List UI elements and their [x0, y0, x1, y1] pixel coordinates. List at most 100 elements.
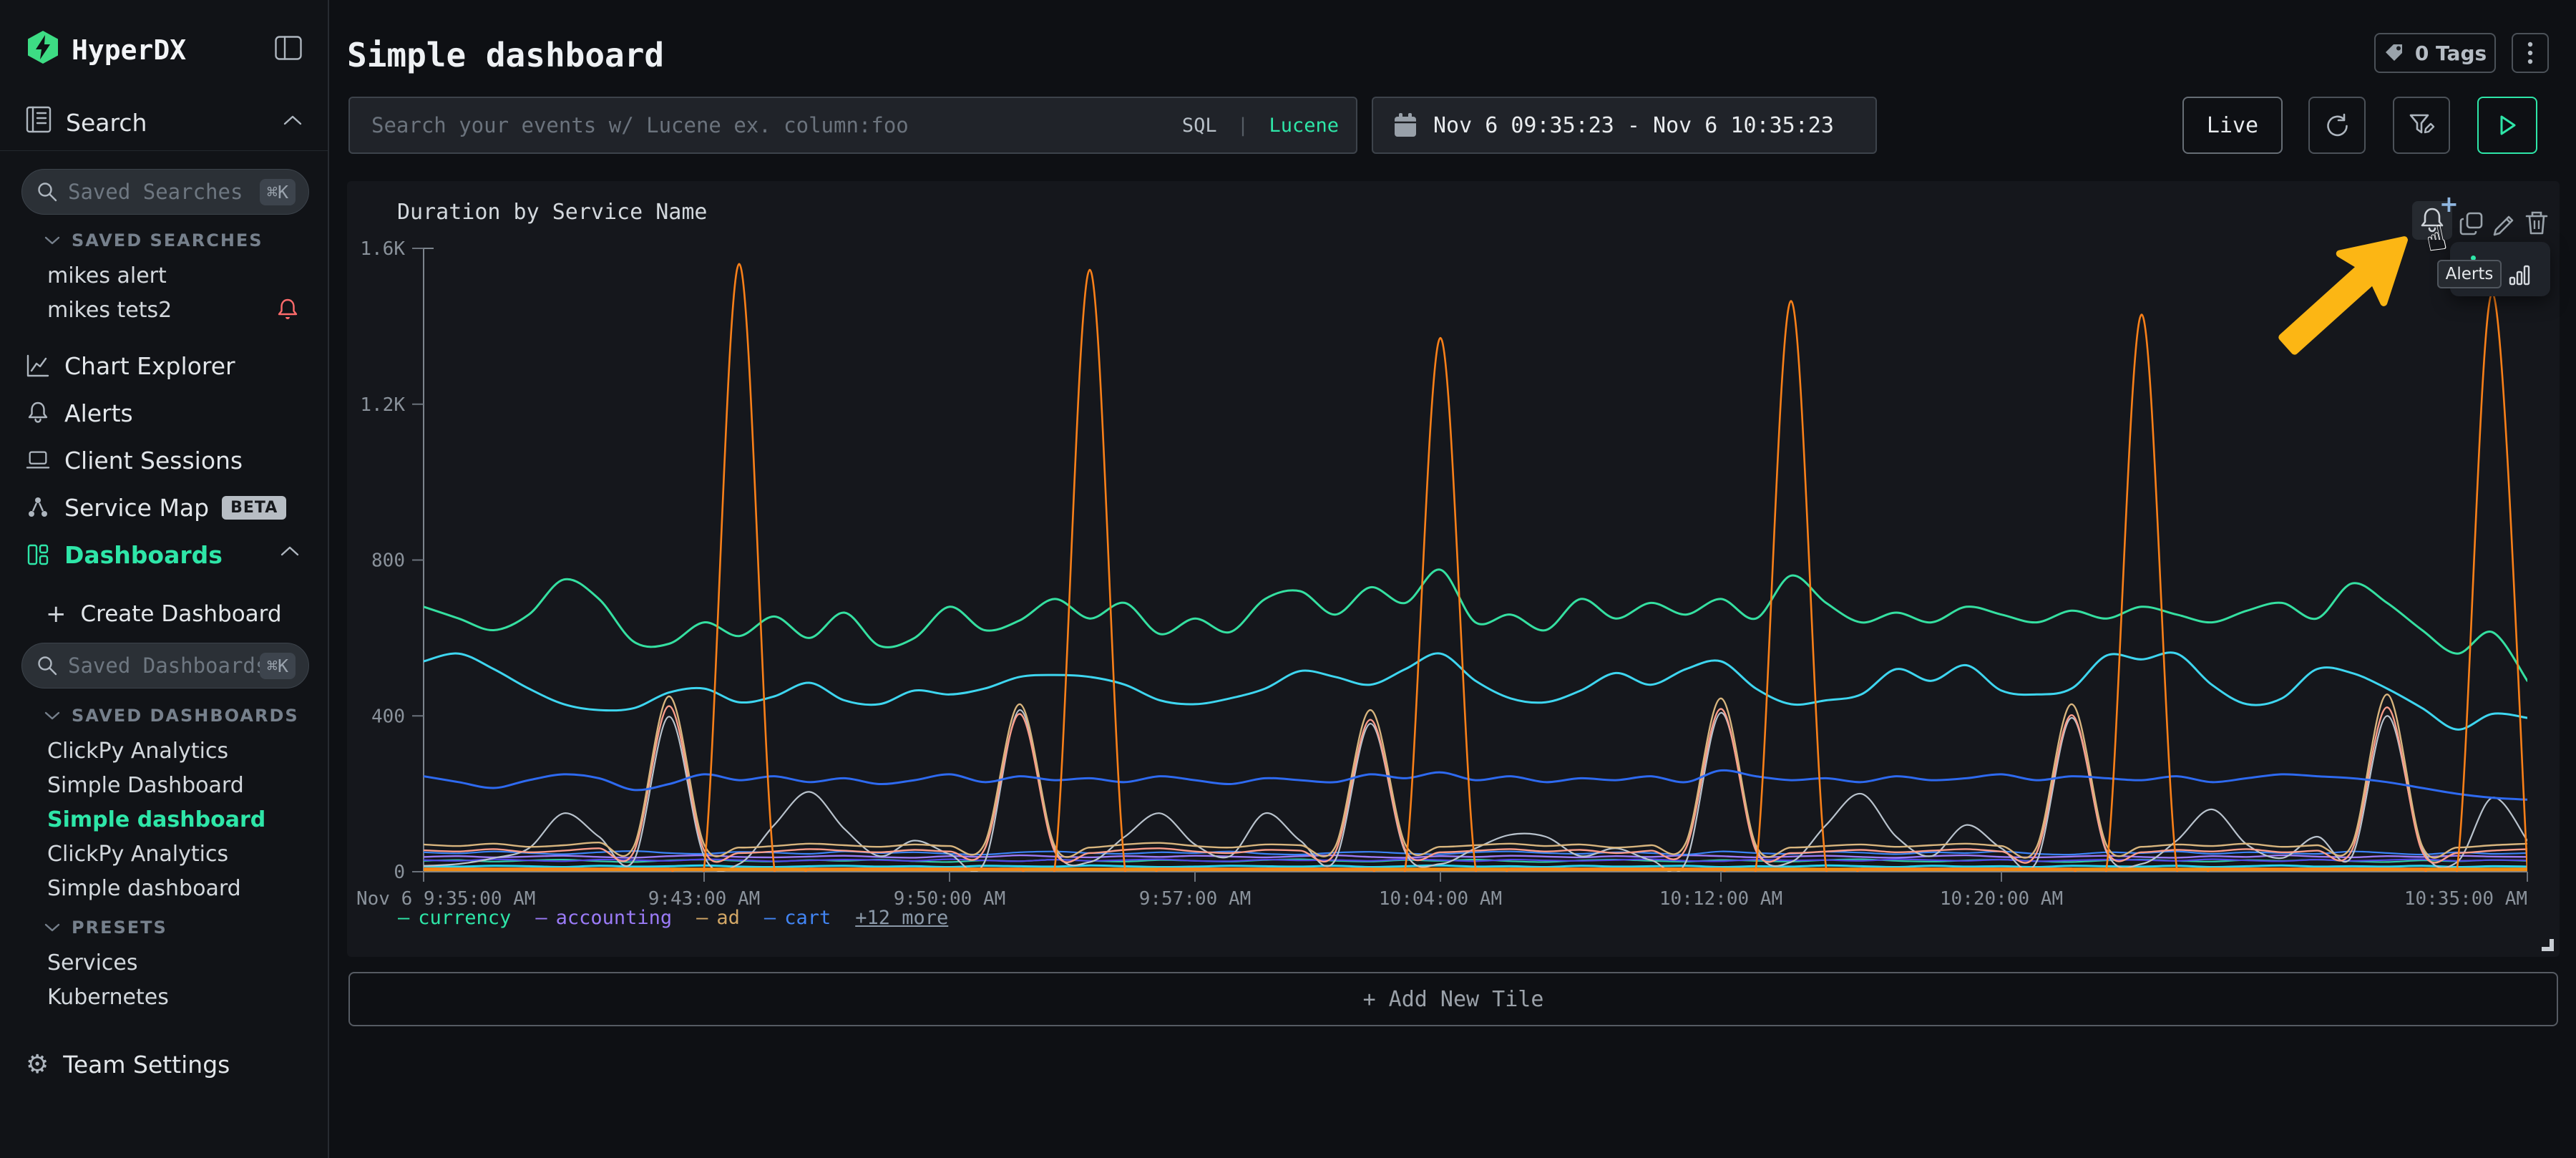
- sql-toggle[interactable]: SQL: [1182, 115, 1217, 137]
- saved-search-mikes-alert[interactable]: mikes alert: [47, 259, 328, 293]
- create-dashboard-button[interactable]: + Create Dashboard: [46, 600, 282, 628]
- legend-swatch: —: [398, 907, 409, 929]
- chevron-up-icon: [280, 545, 299, 557]
- series-cart: [424, 770, 2527, 799]
- copy-icon: [2458, 210, 2487, 238]
- edit-tile-button[interactable]: [2489, 207, 2522, 240]
- hyperdx-logo: [26, 30, 60, 64]
- series-gray: [424, 710, 2527, 873]
- sidebar-item-alerts[interactable]: Alerts: [0, 389, 328, 437]
- sidebar-nav: Chart ExplorerAlerts Client Sessions Servi…: [0, 342, 328, 578]
- saved-dashboard-simple-dashboard[interactable]: Simple dashboard: [47, 872, 328, 906]
- run-query-button[interactable]: [2477, 97, 2537, 154]
- query-language-toggle[interactable]: SQL | Lucene: [1182, 115, 1339, 137]
- tile-resize-handle[interactable]: [2542, 939, 2554, 951]
- time-range-picker[interactable]: Nov 6 09:35:23 - Nov 6 10:35:23: [1372, 97, 1877, 154]
- legend-swatch: —: [696, 907, 708, 929]
- search-section-chevron-up-icon[interactable]: [283, 115, 302, 126]
- sidebar-collapse-icon[interactable]: [275, 36, 302, 60]
- svg-text:1.2K: 1.2K: [360, 394, 405, 416]
- refresh-icon: [2323, 112, 2351, 139]
- svg-text:10:35:00 AM: 10:35:00 AM: [2404, 888, 2527, 910]
- saved-dashboards-list: ClickPy AnalyticsSimple DashboardSimple …: [47, 734, 328, 906]
- calendar-icon: [1393, 112, 1418, 138]
- nav-label: Client Sessions: [64, 447, 243, 475]
- filter-button[interactable]: [2393, 97, 2450, 154]
- sidebar: HyperDX Search ⌘K SAVED SEARCHES mikes a…: [0, 0, 329, 1158]
- chart-legend: —currency —accounting —ad —cart +12 more: [398, 907, 948, 929]
- saved-dashboards-header[interactable]: SAVED DASHBOARDS: [44, 706, 299, 726]
- sidebar-item-search[interactable]: Search: [66, 109, 147, 137]
- saved-dashboard-clickpy-analytics[interactable]: ClickPy Analytics: [47, 734, 328, 769]
- pencil-icon: [2491, 209, 2519, 238]
- series-salmon: [424, 706, 2527, 863]
- presets-list: ServicesKubernetes: [47, 946, 328, 1015]
- svg-text:9:57:00 AM: 9:57:00 AM: [1139, 888, 1252, 910]
- series-orange-spike: [424, 264, 2527, 913]
- presets-header[interactable]: PRESETS: [44, 918, 167, 938]
- legend-item-accounting[interactable]: —accounting: [535, 907, 672, 929]
- legend-item-cart[interactable]: —cart: [764, 907, 831, 929]
- filter-edit-icon: [2407, 111, 2436, 140]
- shortcut-badge: ⌘K: [260, 653, 296, 679]
- shortcut-badge: ⌘K: [260, 179, 296, 205]
- saved-dashboard-simple-dashboard[interactable]: Simple Dashboard: [47, 769, 328, 803]
- duplicate-tile-button[interactable]: [2456, 208, 2489, 240]
- legend-swatch: —: [535, 907, 547, 929]
- page-title: Simple dashboard: [347, 36, 664, 74]
- series-accounting: [424, 855, 2527, 857]
- legend-item-currency[interactable]: —currency: [398, 907, 511, 929]
- sidebar-item-team-settings[interactable]: ⚙ Team Settings: [26, 1051, 230, 1079]
- saved-searches-header[interactable]: SAVED SEARCHES: [44, 230, 263, 250]
- bar-chart-icon: [2509, 263, 2532, 286]
- saved-search-mikes-tets2[interactable]: mikes tets2: [47, 293, 328, 328]
- nav-label: Dashboards: [64, 541, 223, 569]
- svg-text:1.6K: 1.6K: [360, 238, 405, 260]
- preset-services[interactable]: Services: [47, 946, 328, 981]
- legend-item-ad[interactable]: —ad: [696, 907, 740, 929]
- service-map-icon: [26, 495, 50, 520]
- event-search-input[interactable]: [371, 113, 1182, 137]
- saved-searches-input[interactable]: [68, 180, 260, 204]
- duration-chart[interactable]: 04008001.2K1.6KNov 6 9:35:00 AM9:43:00 A…: [347, 181, 2560, 957]
- refresh-button[interactable]: [2308, 97, 2366, 154]
- sidebar-item-service-map[interactable]: Service MapBETA: [0, 484, 328, 531]
- svg-text:10:20:00 AM: 10:20:00 AM: [1940, 888, 2063, 910]
- series-cyan: [424, 653, 2527, 730]
- saved-dashboard-clickpy-analytics[interactable]: ClickPy Analytics: [47, 837, 328, 872]
- sidebar-item-chart-explorer[interactable]: Chart Explorer: [0, 342, 328, 389]
- saved-searches-search[interactable]: ⌘K: [21, 169, 309, 215]
- tile-title: Duration by Service Name: [397, 200, 707, 225]
- lucene-toggle[interactable]: Lucene: [1269, 115, 1339, 137]
- kebab-menu-button[interactable]: [2512, 33, 2549, 73]
- svg-text:10:12:00 AM: 10:12:00 AM: [1659, 888, 1782, 910]
- tags-button[interactable]: 0 Tags: [2374, 33, 2496, 73]
- search-section-icon: [26, 106, 52, 133]
- kebab-icon: [2527, 41, 2533, 65]
- sidebar-item-dashboards[interactable]: Dashboards: [0, 531, 328, 578]
- time-range-value: Nov 6 09:35:23 - Nov 6 10:35:23: [1433, 113, 1834, 138]
- event-search-box[interactable]: SQL | Lucene: [348, 97, 1357, 154]
- gear-icon: ⚙: [26, 1052, 49, 1078]
- saved-dashboards-search[interactable]: ⌘K: [21, 643, 309, 689]
- legend-more-link[interactable]: +12 more: [855, 907, 948, 929]
- search-icon: [36, 181, 58, 203]
- preset-kubernetes[interactable]: Kubernetes: [47, 981, 328, 1015]
- bell-icon: [26, 401, 50, 425]
- live-button[interactable]: Live: [2182, 97, 2283, 154]
- sidebar-item-client-sessions[interactable]: Client Sessions: [0, 437, 328, 484]
- add-new-tile-button[interactable]: + Add New Tile: [348, 972, 2558, 1026]
- saved-search-label: mikes tets2: [47, 298, 172, 323]
- series-ad: [424, 694, 2527, 857]
- saved-dashboard-simple-dashboard[interactable]: Simple dashboard: [47, 803, 328, 837]
- brand-name: HyperDX: [72, 34, 186, 66]
- play-icon: [2495, 112, 2519, 138]
- series-currency: [424, 570, 2527, 681]
- plus-icon: +: [46, 600, 67, 628]
- delete-tile-button[interactable]: [2520, 207, 2553, 240]
- svg-text:400: 400: [371, 706, 405, 727]
- svg-text:10:04:00 AM: 10:04:00 AM: [1379, 888, 1502, 910]
- legend-swatch: —: [764, 907, 776, 929]
- hyperdx-app: HyperDX Search ⌘K SAVED SEARCHES mikes a…: [0, 0, 2576, 1158]
- saved-dashboards-input[interactable]: [68, 653, 260, 678]
